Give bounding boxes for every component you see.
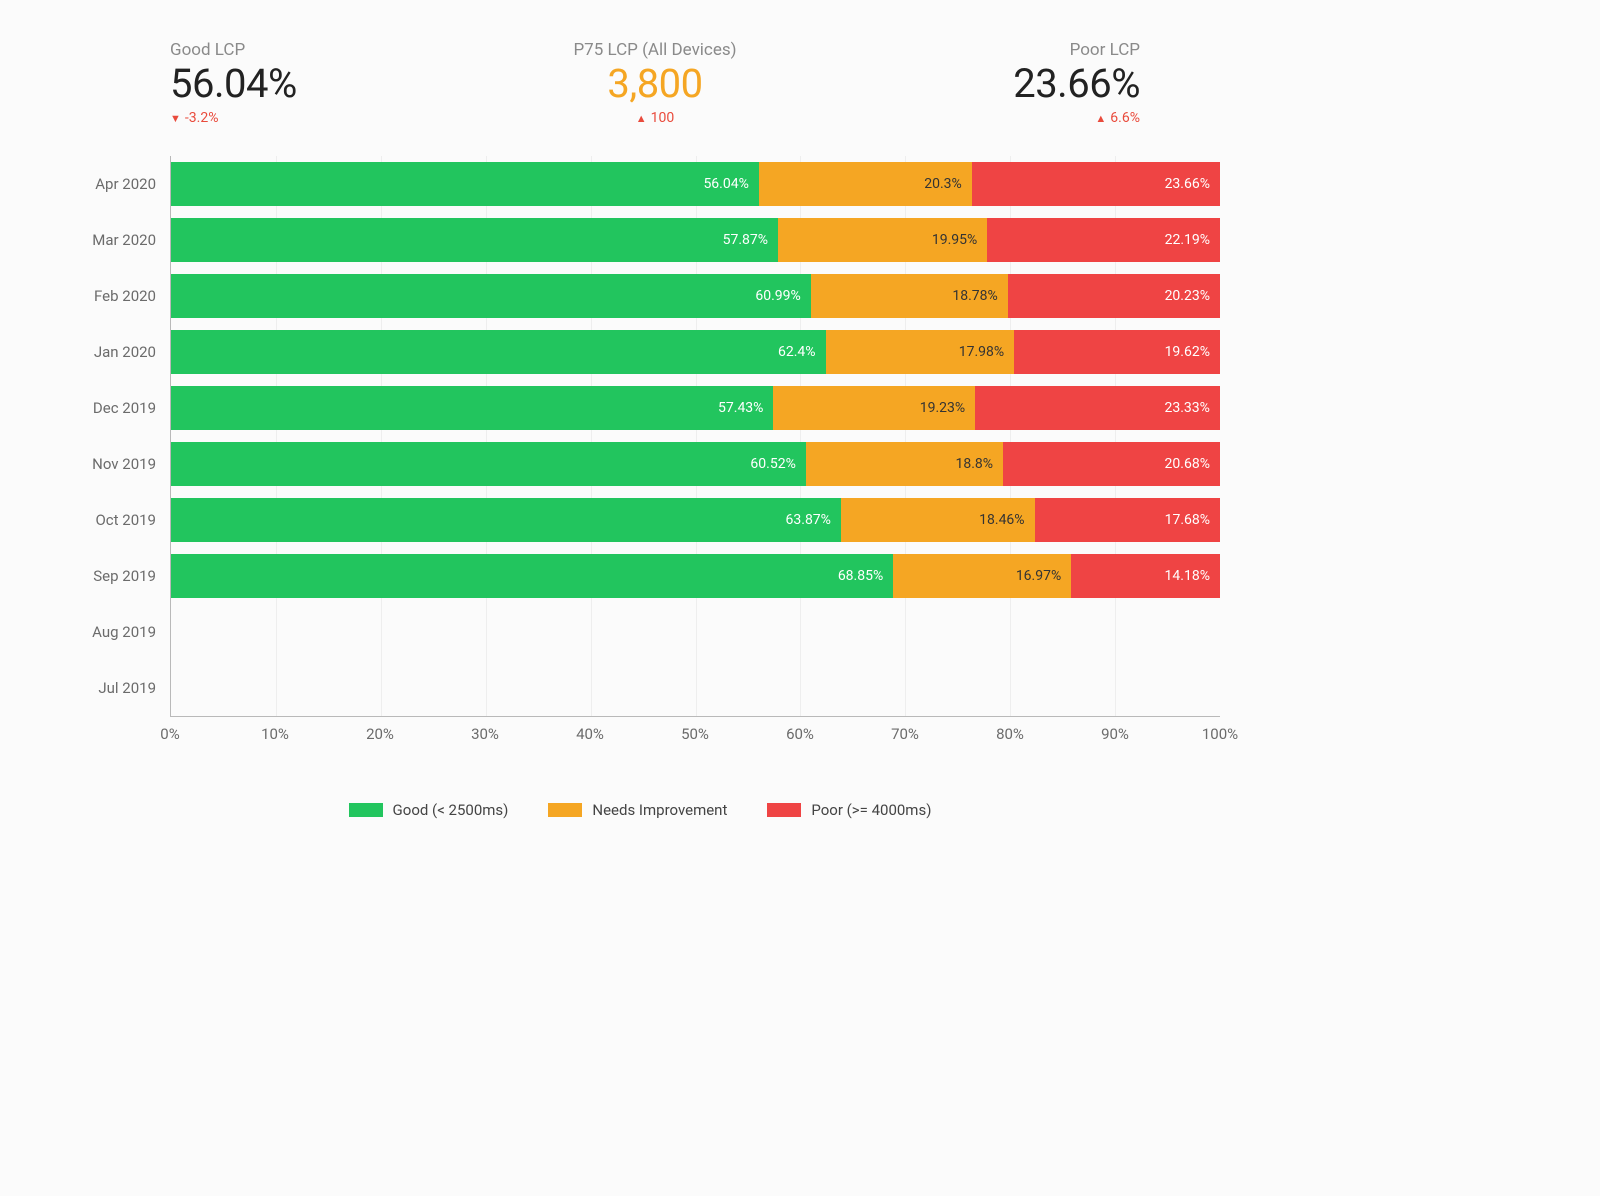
x-axis-tick: 100%: [1202, 725, 1238, 743]
arrow-down-icon: ▼: [170, 113, 181, 124]
x-axis: 0%10%20%30%40%50%60%70%80%90%100%: [170, 723, 1220, 751]
x-axis-tick: 50%: [681, 725, 709, 743]
bar-rows: 56.04%20.3%23.66% 57.87%19.95%22.19% 60.99…: [171, 156, 1220, 716]
swatch-good-icon: [349, 803, 383, 817]
y-axis-label: Sep 2019: [60, 548, 170, 604]
kpi-label: Poor LCP: [1070, 40, 1140, 60]
bar-row: 60.52%18.8%20.68%: [171, 436, 1220, 492]
bar-row: 60.99%18.78%20.23%: [171, 268, 1220, 324]
x-axis-tick: 60%: [786, 725, 814, 743]
kpi-good-lcp: Good LCP 56.04% ▼ -3.2%: [170, 40, 297, 126]
bar-segment-ni: 18.78%: [811, 274, 1008, 318]
kpi-label: Good LCP: [170, 40, 245, 60]
x-axis-tick: 20%: [366, 725, 394, 743]
stacked-bar-chart: Apr 2020Mar 2020Feb 2020Jan 2020Dec 2019…: [60, 156, 1220, 717]
y-axis-label: Nov 2019: [60, 436, 170, 492]
y-axis-label: Apr 2020: [60, 156, 170, 212]
bar-segment-poor: 20.68%: [1003, 442, 1220, 486]
bar-segment-good: 68.85%: [171, 554, 893, 598]
kpi-delta-value: -3.2%: [185, 110, 219, 126]
y-axis-label: Feb 2020: [60, 268, 170, 324]
bar-segment-ni: 19.23%: [773, 386, 975, 430]
kpi-delta-value: 6.6%: [1110, 110, 1140, 126]
legend-label: Poor (>= 4000ms): [811, 801, 931, 819]
y-axis-label: Jul 2019: [60, 660, 170, 716]
bar-segment-poor: 23.33%: [975, 386, 1220, 430]
kpi-value: 23.66%: [1013, 62, 1140, 106]
bar-row: [171, 604, 1220, 660]
arrow-up-icon: ▲: [1095, 113, 1106, 124]
stacked-bar: 60.99%18.78%20.23%: [171, 274, 1220, 318]
bar-row: 57.87%19.95%22.19%: [171, 212, 1220, 268]
stacked-bar: 60.52%18.8%20.68%: [171, 442, 1220, 486]
bar-segment-ni: 17.98%: [826, 330, 1015, 374]
x-axis-tick: 80%: [996, 725, 1024, 743]
kpi-value: 56.04%: [170, 62, 297, 106]
bar-segment-poor: 17.68%: [1035, 498, 1220, 542]
bar-row: [171, 660, 1220, 716]
bar-segment-good: 63.87%: [171, 498, 841, 542]
stacked-bar: 57.43%19.23%23.33%: [171, 386, 1220, 430]
x-axis-tick: 0%: [160, 725, 179, 743]
kpi-header: Good LCP 56.04% ▼ -3.2% P75 LCP (All Dev…: [170, 40, 1140, 126]
y-axis-label: Oct 2019: [60, 492, 170, 548]
plot-area: 56.04%20.3%23.66% 57.87%19.95%22.19% 60.99…: [170, 156, 1220, 717]
bar-segment-ni: 18.46%: [841, 498, 1035, 542]
bar-segment-good: 60.99%: [171, 274, 811, 318]
bar-segment-poor: 22.19%: [987, 218, 1220, 262]
stacked-bar: 68.85%16.97%14.18%: [171, 554, 1220, 598]
legend-item-needs-improvement: Needs Improvement: [548, 801, 727, 819]
kpi-delta: ▼ -3.2%: [170, 110, 218, 126]
arrow-up-icon: ▲: [636, 113, 647, 124]
bar-segment-good: 60.52%: [171, 442, 806, 486]
stacked-bar: 62.4%17.98%19.62%: [171, 330, 1220, 374]
x-axis-tick: 70%: [891, 725, 919, 743]
legend-item-poor: Poor (>= 4000ms): [767, 801, 931, 819]
y-axis-label: Jan 2020: [60, 324, 170, 380]
kpi-value: 3,800: [607, 62, 702, 106]
y-axis-label: Mar 2020: [60, 212, 170, 268]
bar-segment-ni: 16.97%: [893, 554, 1071, 598]
x-axis-tick: 40%: [576, 725, 604, 743]
bar-segment-poor: 23.66%: [972, 162, 1220, 206]
x-axis-tick: 10%: [261, 725, 289, 743]
x-axis-tick: 30%: [471, 725, 499, 743]
kpi-delta: ▲ 6.6%: [1095, 110, 1140, 126]
y-axis-label: Dec 2019: [60, 380, 170, 436]
stacked-bar: 56.04%20.3%23.66%: [171, 162, 1220, 206]
kpi-delta-value: 100: [651, 110, 675, 126]
legend-label: Needs Improvement: [592, 801, 727, 819]
kpi-poor-lcp: Poor LCP 23.66% ▲ 6.6%: [1013, 40, 1140, 126]
y-axis-label: Aug 2019: [60, 604, 170, 660]
bar-segment-good: 56.04%: [171, 162, 759, 206]
bar-row: 62.4%17.98%19.62%: [171, 324, 1220, 380]
legend: Good (< 2500ms) Needs Improvement Poor (…: [60, 801, 1220, 819]
bar-row: 63.87%18.46%17.68%: [171, 492, 1220, 548]
bar-segment-good: 57.43%: [171, 386, 773, 430]
swatch-poor-icon: [767, 803, 801, 817]
bar-segment-ni: 19.95%: [778, 218, 987, 262]
bar-row: 57.43%19.23%23.33%: [171, 380, 1220, 436]
bar-row: 56.04%20.3%23.66%: [171, 156, 1220, 212]
legend-label: Good (< 2500ms): [393, 801, 509, 819]
bar-segment-poor: 19.62%: [1014, 330, 1220, 374]
bar-segment-poor: 20.23%: [1008, 274, 1220, 318]
kpi-label: P75 LCP (All Devices): [573, 40, 736, 60]
y-axis: Apr 2020Mar 2020Feb 2020Jan 2020Dec 2019…: [60, 156, 170, 717]
swatch-ni-icon: [548, 803, 582, 817]
x-axis-tick: 90%: [1101, 725, 1129, 743]
kpi-delta: ▲ 100: [636, 110, 675, 126]
bar-segment-ni: 20.3%: [759, 162, 972, 206]
legend-item-good: Good (< 2500ms): [349, 801, 509, 819]
bar-segment-good: 57.87%: [171, 218, 778, 262]
bar-segment-good: 62.4%: [171, 330, 826, 374]
bar-row: 68.85%16.97%14.18%: [171, 548, 1220, 604]
bar-segment-poor: 14.18%: [1071, 554, 1220, 598]
stacked-bar: 63.87%18.46%17.68%: [171, 498, 1220, 542]
bar-segment-ni: 18.8%: [806, 442, 1003, 486]
kpi-p75-lcp: P75 LCP (All Devices) 3,800 ▲ 100: [573, 40, 736, 126]
stacked-bar: 57.87%19.95%22.19%: [171, 218, 1220, 262]
